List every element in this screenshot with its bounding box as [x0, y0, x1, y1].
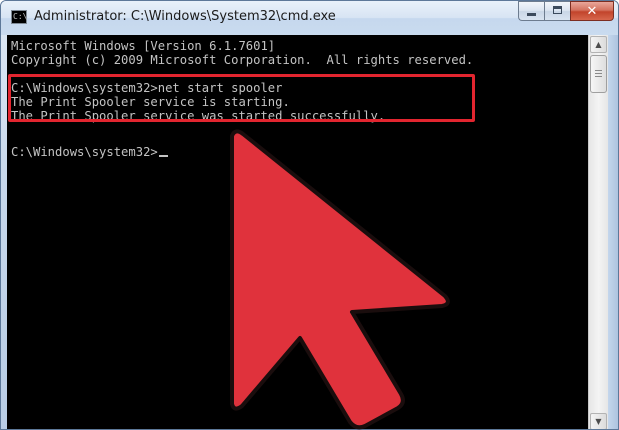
vertical-scrollbar[interactable]: ▲ ▼: [588, 35, 608, 429]
cmd-icon-text: C:\: [13, 12, 28, 21]
prompt-text: C:\Windows\system32>: [11, 145, 158, 159]
thumb-grip-icon: [595, 73, 602, 74]
console-prompt[interactable]: C:\Windows\system32>: [11, 145, 168, 159]
minimize-icon: [527, 13, 536, 16]
scrollbar-thumb[interactable]: [590, 55, 607, 93]
thumb-grip-icon: [595, 76, 602, 77]
console-line-version: Microsoft Windows [Version 6.1.7601]: [11, 39, 276, 53]
cmd-icon[interactable]: C:\: [11, 10, 27, 24]
console-line-copyright: Copyright (c) 2009 Microsoft Corporation…: [11, 53, 474, 67]
title-bar[interactable]: C:\ Administrator: C:\Windows\System32\c…: [1, 1, 618, 35]
maximize-button[interactable]: [544, 1, 570, 21]
window-frame-right: [608, 35, 618, 429]
highlight-box: [8, 74, 475, 122]
scroll-up-button[interactable]: ▲: [590, 36, 607, 53]
minimize-button[interactable]: [518, 1, 544, 21]
close-icon: ✕: [586, 4, 598, 19]
text-cursor: [158, 155, 168, 157]
console-output[interactable]: Microsoft Windows [Version 6.1.7601] Cop…: [7, 35, 588, 429]
close-button[interactable]: ✕: [570, 1, 614, 21]
cmd-window: C:\ Administrator: C:\Windows\System32\c…: [0, 0, 619, 430]
scroll-down-button[interactable]: ▼: [590, 413, 607, 429]
maximize-icon: [553, 6, 562, 14]
window-title: Administrator: C:\Windows\System32\cmd.e…: [34, 9, 336, 24]
window-controls: ✕: [518, 1, 614, 23]
thumb-grip-icon: [595, 70, 602, 71]
